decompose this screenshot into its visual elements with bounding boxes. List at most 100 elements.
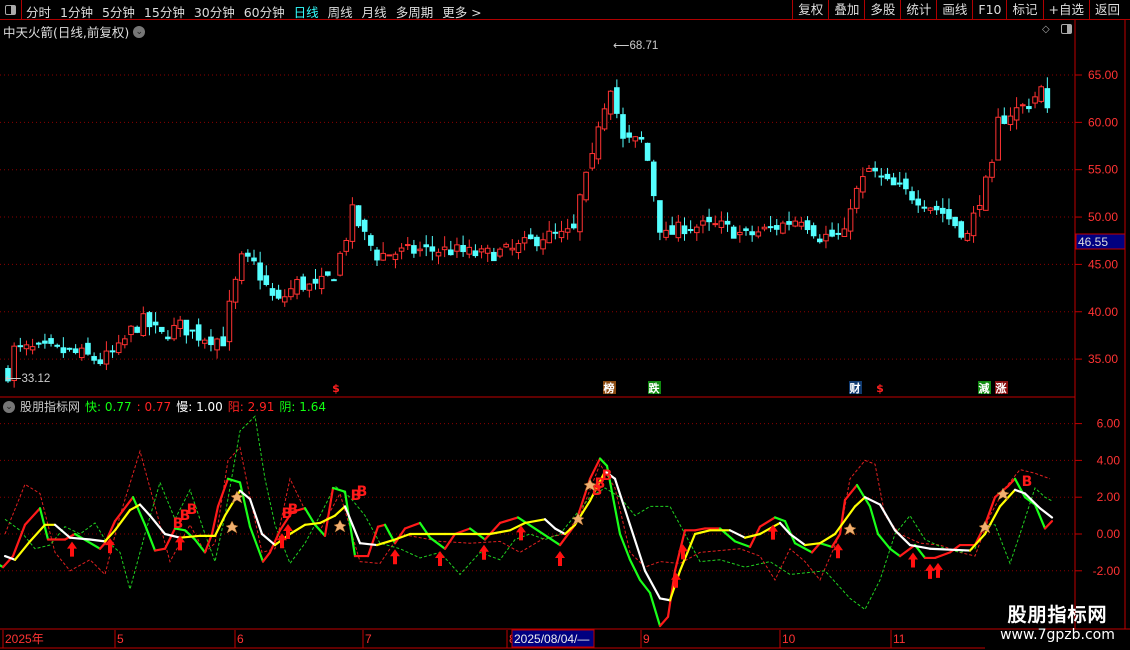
buy-marker-b: B [288,502,299,518]
slow-line-segment [523,518,547,525]
indicator-tick-label: -2.00 [1093,564,1121,578]
candle-down [97,359,104,365]
candle-down [706,216,712,223]
candle-down [275,289,282,299]
candle-up [503,243,509,248]
candle-down [109,350,116,353]
candle-up [115,342,122,354]
slow-line-segment [1023,492,1042,510]
fast-line-segment [153,547,167,552]
indicator-name: 股朋指标网 [20,400,81,414]
slow-line-segment [1013,488,1027,495]
chevron-down-icon[interactable]: ⌄ [3,400,15,413]
candle-down [614,87,620,114]
candle-up [700,220,706,226]
candle-down [331,279,337,282]
candle-up [515,243,522,254]
buy-arrow-icon [435,551,445,567]
slow-line-segment [88,538,107,543]
candle-up [540,239,546,250]
candle-up [860,176,866,193]
figure-signal-icon [978,520,992,534]
slow-line-segment [148,514,167,536]
candle-up [128,325,134,336]
yang-dashed-line [4,446,1051,582]
candle-up [798,221,805,227]
fast-line-segment [888,547,902,558]
candle-down [35,342,42,345]
candle-down [263,275,270,285]
candle-up [294,279,300,295]
candle-up [976,204,983,210]
candle-up [780,222,786,234]
price-tick-label: 45.00 [1088,257,1118,271]
candle-up [737,231,743,236]
fast-line-segment [331,486,347,493]
fast-line-segment [818,542,834,548]
candle-down [896,182,903,185]
candle-up [675,221,682,239]
slow-line-segment [333,505,347,517]
candle-up [232,278,239,303]
figure-signal-icon [843,522,857,536]
candle-down [669,225,676,235]
candle-down [48,338,54,344]
slow-line-segment [358,542,379,547]
fast-line-segment [143,523,157,552]
candle-up [964,232,971,241]
slow-line-segment [303,521,322,526]
candle-down [460,244,466,253]
buy-arrow-icon [925,563,935,579]
candle-down [257,262,263,281]
candle-down [687,229,694,232]
signal-tag: 涨 [996,381,1007,395]
fast-line-segment [638,578,652,594]
candle-down [626,132,632,138]
fast-line-segment [226,477,242,484]
kline-chart[interactable]: 65.0060.0055.0050.0045.0040.0035.0046.55… [0,0,1130,650]
slow-label: 慢: [176,400,193,414]
candle-up [564,228,571,233]
fast-line-segment [733,540,752,548]
fast-line-segment [783,520,797,545]
candle-up [694,226,700,234]
fast-line-segment [498,516,520,525]
candle-up [349,204,356,242]
slow-line-segment [113,508,132,532]
candle-up [866,167,872,172]
slow-line-segment [853,496,867,508]
fast-line-segment [323,486,335,537]
candle-up [177,319,183,329]
signal-tag: $ [332,382,340,395]
candle-up [441,246,448,251]
candle-up [386,254,393,257]
date-label: 10 [782,632,796,646]
candle-down [208,336,214,346]
candle-down [890,177,897,186]
candle-down [638,136,645,140]
candle-up [983,176,989,211]
candle-down [312,278,319,284]
fast-value: 0.77 [104,400,132,414]
slow-line-segment [393,532,412,541]
fast-line-segment [366,525,380,558]
candle-up [417,248,423,252]
candle-up [435,251,442,257]
candle-up [823,233,829,242]
candle-up [558,230,565,239]
slow-line-segment [878,503,897,532]
candle-down [183,319,190,336]
candle-up [847,208,854,232]
candle-up [970,212,977,237]
candle-down [958,221,965,238]
fast-line-segment [303,507,317,526]
candle-up [306,283,313,291]
candle-up [392,253,399,261]
candle-up [484,247,491,254]
fast-line-segment [868,505,880,536]
candle-down [1044,88,1051,109]
candle-up [927,207,934,211]
candle-up [398,247,405,252]
slow-line-segment [543,518,557,530]
price-tick-label: 55.00 [1088,163,1118,177]
